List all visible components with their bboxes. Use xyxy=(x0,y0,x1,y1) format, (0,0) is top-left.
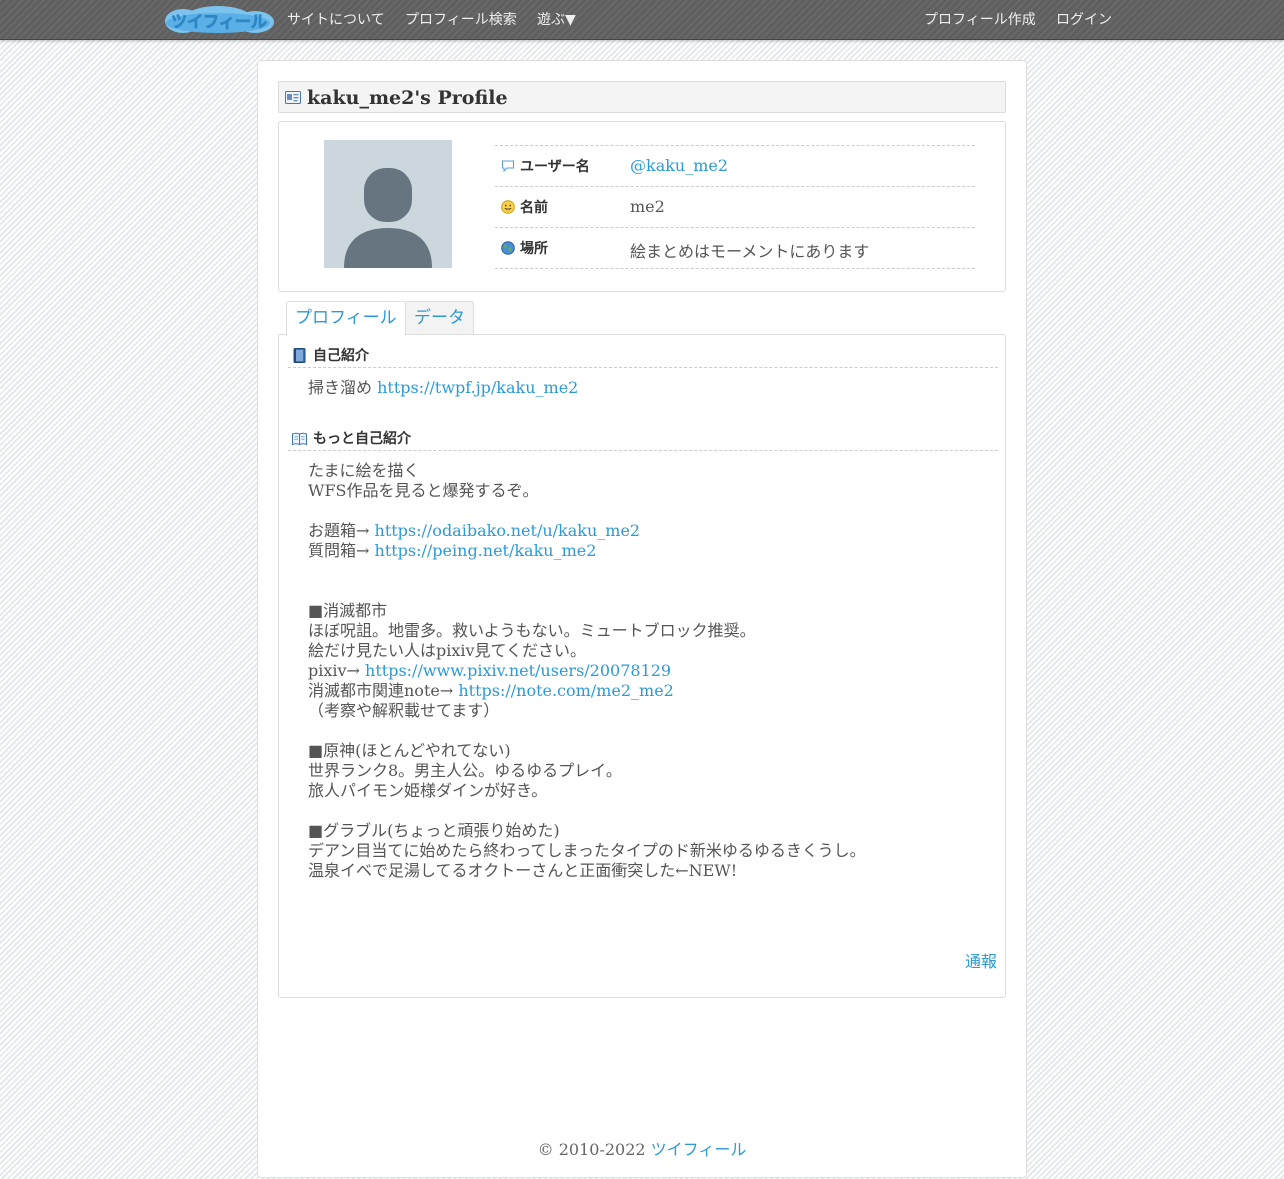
id-card-icon xyxy=(285,91,301,104)
intro-title: 自己紹介 xyxy=(313,348,369,364)
more-intro-line: たまに絵を描く xyxy=(308,461,420,480)
tab-data[interactable]: データ xyxy=(405,301,474,335)
intro-section-header: 自己紹介 xyxy=(288,344,998,368)
tab-profile[interactable]: プロフィール xyxy=(286,301,406,336)
nav-play-dropdown[interactable]: 遊ぶ▼ xyxy=(537,0,576,40)
more-intro-title: もっと自己紹介 xyxy=(313,431,411,447)
peing-prefix: 質問箱→ xyxy=(308,541,370,560)
profile-summary: ユーザー名 @kaku_me2 名前 me2 場所 絵まとめはモーメントにありま… xyxy=(278,121,1006,292)
globe-icon xyxy=(501,241,515,255)
profile-info-table: ユーザー名 @kaku_me2 名前 me2 場所 絵まとめはモーメントにありま… xyxy=(495,145,975,269)
more-intro-line: 世界ランク8。男主人公。ゆるゆるプレイ。 xyxy=(308,761,622,780)
more-intro-line: （考察や解釈載せてます） xyxy=(308,701,500,720)
odaibako-prefix: お題箱→ xyxy=(308,521,370,540)
nav-about-link[interactable]: サイトについて xyxy=(287,0,385,40)
location-value: 絵まとめはモーメントにあります xyxy=(630,242,870,261)
profile-title-bar: kaku_me2's Profile xyxy=(278,81,1006,113)
report-link[interactable]: 通報 xyxy=(965,948,997,972)
footer: © 2010-2022 ツイフィール xyxy=(258,1136,1026,1160)
speech-bubble-icon xyxy=(502,160,514,173)
info-row-location: 場所 絵まとめはモーメントにあります xyxy=(495,228,975,269)
nav-create-profile-link[interactable]: プロフィール作成 xyxy=(924,0,1036,40)
odaibako-link[interactable]: https://odaibako.net/u/kaku_me2 xyxy=(375,521,641,540)
footer-site-link[interactable]: ツイフィール xyxy=(651,1140,747,1159)
more-intro-line: 温泉イベで足湯してるオクトーさんと正面衝突した←NEW! xyxy=(308,861,738,880)
info-row-name: 名前 me2 xyxy=(495,187,975,228)
more-intro-line: お題箱→ https://odaibako.net/u/kaku_me2 xyxy=(308,521,640,541)
note-prefix: 消滅都市関連note→ xyxy=(308,681,454,700)
pixiv-link[interactable]: https://www.pixiv.net/users/20078129 xyxy=(365,661,671,680)
username-link[interactable]: @kaku_me2 xyxy=(630,156,728,175)
more-intro-line: ほぼ呪詛。地雷多。救いようもない。ミュートブロック推奨。 xyxy=(308,621,756,640)
smiley-icon xyxy=(501,200,515,214)
nav-search-link[interactable]: プロフィール検索 xyxy=(405,0,517,40)
open-book-icon xyxy=(292,432,307,446)
more-intro-line: pixiv→ https://www.pixiv.net/users/20078… xyxy=(308,661,671,681)
logo-cloud-icon: ツイフィール xyxy=(165,6,274,33)
more-intro-line: 旅人パイモン姫様ダインが好き。 xyxy=(308,781,548,800)
more-intro-line: WFS作品を見ると爆発するぞ。 xyxy=(308,481,539,500)
profile-tab-panel: 自己紹介 掃き溜め https://twpf.jp/kaku_me2 もっと自己… xyxy=(278,334,1006,998)
more-intro-line: ■グラブル(ちょっと頑張り始めた) xyxy=(308,821,560,840)
more-intro-line: 絵だけ見たい人はpixiv見てください。 xyxy=(308,641,587,660)
more-intro-section-header: もっと自己紹介 xyxy=(288,427,998,451)
info-row-username: ユーザー名 @kaku_me2 xyxy=(495,146,975,187)
more-intro-line: デアン目当てに始めたら終わってしまったタイプのド新米ゆるゆるきくうし。 xyxy=(308,841,866,860)
notebook-icon xyxy=(293,348,306,363)
name-value: me2 xyxy=(630,197,665,216)
copyright-text: © 2010-2022 xyxy=(537,1140,646,1159)
intro-text: 掃き溜め https://twpf.jp/kaku_me2 xyxy=(308,378,578,398)
page-title: kaku_me2's Profile xyxy=(307,87,508,109)
more-intro-line: 質問箱→ https://peing.net/kaku_me2 xyxy=(308,541,596,561)
site-logo[interactable]: ツイフィール xyxy=(163,5,275,35)
logo-text: ツイフィール xyxy=(171,12,267,31)
avatar[interactable] xyxy=(324,140,452,268)
top-navbar: ツイフィール サイトについて プロフィール検索 遊ぶ▼ プロフィール作成 ログイ… xyxy=(0,0,1284,40)
username-label: ユーザー名 xyxy=(520,159,590,175)
default-avatar-icon xyxy=(344,168,432,268)
peing-link[interactable]: https://peing.net/kaku_me2 xyxy=(375,541,597,560)
note-link[interactable]: https://note.com/me2_me2 xyxy=(458,681,674,700)
main-card: kaku_me2's Profile ユーザー名 @kaku_me2 名前 me… xyxy=(257,60,1027,1178)
nav-login-link[interactable]: ログイン xyxy=(1056,0,1112,40)
location-label: 場所 xyxy=(520,241,548,257)
more-intro-line: ■消滅都市 xyxy=(308,601,388,620)
more-intro-line: 消滅都市関連note→ https://note.com/me2_me2 xyxy=(308,681,674,701)
name-label: 名前 xyxy=(520,200,548,216)
intro-prefix: 掃き溜め xyxy=(308,378,373,397)
more-intro-line: ■原神(ほとんどやれてない) xyxy=(308,741,511,760)
intro-twpf-link[interactable]: https://twpf.jp/kaku_me2 xyxy=(377,378,578,397)
pixiv-prefix: pixiv→ xyxy=(308,661,360,680)
